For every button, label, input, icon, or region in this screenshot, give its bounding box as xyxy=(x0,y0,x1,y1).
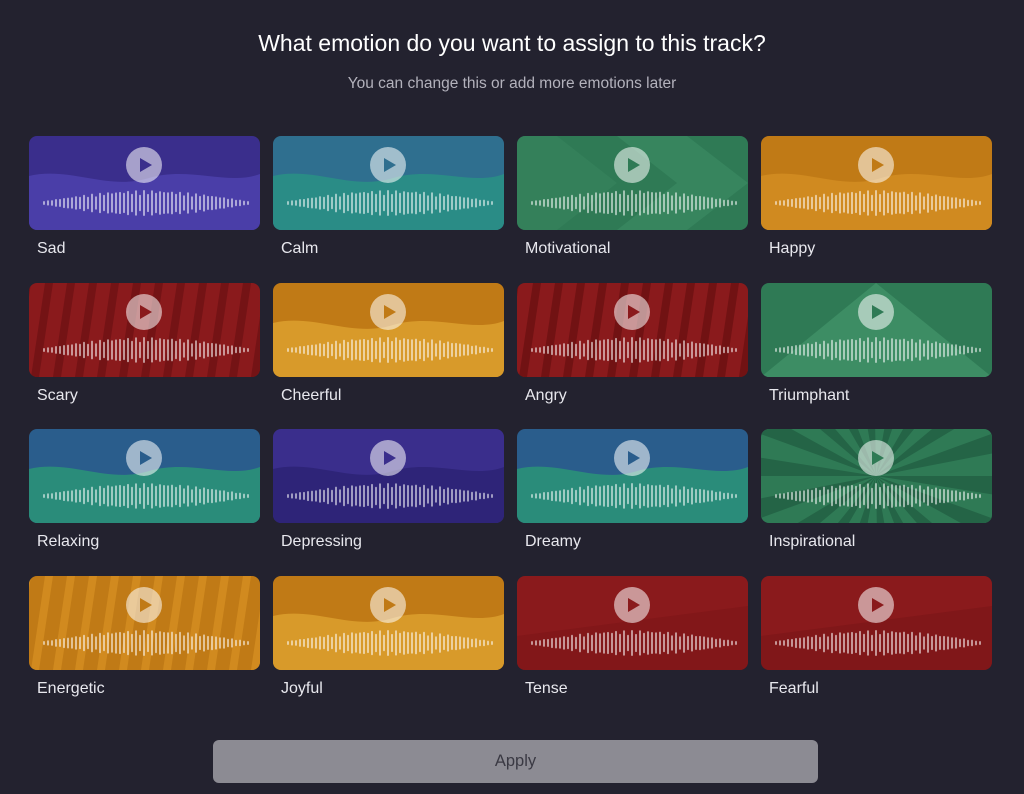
play-icon xyxy=(872,305,884,319)
play-button[interactable] xyxy=(614,440,650,476)
emotion-label: Dreamy xyxy=(525,533,582,550)
play-icon xyxy=(140,158,152,172)
emotion-card-inspirational[interactable]: Inspirational xyxy=(761,429,992,559)
emotion-thumbnail[interactable] xyxy=(761,283,992,377)
play-button[interactable] xyxy=(126,440,162,476)
waveform-icon xyxy=(775,483,981,509)
play-button[interactable] xyxy=(126,147,162,183)
emotion-thumbnail[interactable] xyxy=(29,429,260,523)
waveform-icon xyxy=(531,630,737,656)
play-button[interactable] xyxy=(858,294,894,330)
play-button[interactable] xyxy=(614,294,650,330)
emotion-card-calm[interactable]: Calm xyxy=(273,136,504,266)
emotion-thumbnail[interactable] xyxy=(273,429,504,523)
emotion-thumbnail[interactable] xyxy=(761,136,992,230)
play-icon xyxy=(384,158,396,172)
emotion-card-motivational[interactable]: Motivational xyxy=(517,136,748,266)
emotion-label: Calm xyxy=(281,240,319,257)
play-icon xyxy=(628,598,640,612)
play-icon xyxy=(384,598,396,612)
waveform-icon xyxy=(775,337,981,363)
waveform-icon xyxy=(531,483,737,509)
apply-button[interactable]: Apply xyxy=(213,740,818,783)
emotion-thumbnail[interactable] xyxy=(517,429,748,523)
emotion-thumbnail[interactable] xyxy=(273,576,504,670)
emotion-card-energetic[interactable]: Energetic xyxy=(29,576,260,706)
play-button[interactable] xyxy=(614,147,650,183)
emotion-label: Inspirational xyxy=(769,533,856,550)
play-icon xyxy=(628,158,640,172)
page-subtitle: You can change this or add more emotions… xyxy=(347,75,677,92)
emotion-card-depressing[interactable]: Depressing xyxy=(273,429,504,559)
page-title: What emotion do you want to assign to th… xyxy=(258,30,766,56)
emotion-label: Scary xyxy=(37,387,78,404)
play-button[interactable] xyxy=(126,294,162,330)
play-button[interactable] xyxy=(370,587,406,623)
waveform-icon xyxy=(43,630,249,656)
waveform-icon xyxy=(775,630,981,656)
waveform-icon xyxy=(287,190,493,216)
play-icon xyxy=(628,451,640,465)
play-button[interactable] xyxy=(858,147,894,183)
emotion-card-tense[interactable]: Tense xyxy=(517,576,748,706)
play-icon xyxy=(872,451,884,465)
emotion-label: Sad xyxy=(37,240,66,257)
emotion-label: Relaxing xyxy=(37,533,100,550)
emotion-thumbnail[interactable] xyxy=(29,283,260,377)
play-icon xyxy=(872,598,884,612)
emotion-label: Tense xyxy=(525,680,568,697)
emotion-card-scary[interactable]: Scary xyxy=(29,283,260,413)
play-button[interactable] xyxy=(370,440,406,476)
emotion-thumbnail[interactable] xyxy=(761,576,992,670)
waveform-icon xyxy=(287,630,493,656)
emotion-thumbnail[interactable] xyxy=(517,576,748,670)
play-icon xyxy=(140,451,152,465)
emotion-label: Angry xyxy=(525,387,567,404)
play-icon xyxy=(140,598,152,612)
emotion-label: Happy xyxy=(769,240,816,257)
waveform-icon xyxy=(43,483,249,509)
play-button[interactable] xyxy=(370,147,406,183)
play-icon xyxy=(628,305,640,319)
emotion-label: Energetic xyxy=(37,680,105,697)
emotion-card-dreamy[interactable]: Dreamy xyxy=(517,429,748,559)
emotion-card-relaxing[interactable]: Relaxing xyxy=(29,429,260,559)
waveform-icon xyxy=(43,190,249,216)
waveform-icon xyxy=(531,190,737,216)
emotion-label: Triumphant xyxy=(769,387,850,404)
emotion-card-sad[interactable]: Sad xyxy=(29,136,260,266)
waveform-icon xyxy=(287,483,493,509)
emotion-thumbnail[interactable] xyxy=(517,283,748,377)
emotion-card-cheerful[interactable]: Cheerful xyxy=(273,283,504,413)
emotion-label: Motivational xyxy=(525,240,611,257)
emotion-label: Depressing xyxy=(281,533,362,550)
emotion-label: Cheerful xyxy=(281,387,342,404)
play-icon xyxy=(140,305,152,319)
play-icon xyxy=(384,305,396,319)
play-button[interactable] xyxy=(126,587,162,623)
play-button[interactable] xyxy=(614,587,650,623)
waveform-icon xyxy=(775,190,981,216)
emotion-card-joyful[interactable]: Joyful xyxy=(273,576,504,706)
emotion-card-angry[interactable]: Angry xyxy=(517,283,748,413)
emotion-label: Joyful xyxy=(281,680,323,697)
play-icon xyxy=(872,158,884,172)
waveform-icon xyxy=(43,337,249,363)
play-button[interactable] xyxy=(370,294,406,330)
emotion-thumbnail[interactable] xyxy=(29,576,260,670)
emotion-thumbnail[interactable] xyxy=(29,136,260,230)
play-icon xyxy=(384,451,396,465)
waveform-icon xyxy=(531,337,737,363)
emotion-card-happy[interactable]: Happy xyxy=(761,136,992,266)
play-button[interactable] xyxy=(858,587,894,623)
waveform-icon xyxy=(287,337,493,363)
emotion-card-triumphant[interactable]: Triumphant xyxy=(761,283,992,413)
emotion-thumbnail[interactable] xyxy=(517,136,748,230)
emotion-label: Fearful xyxy=(769,680,819,697)
play-button[interactable] xyxy=(858,440,894,476)
emotion-thumbnail[interactable] xyxy=(761,429,992,523)
emotion-thumbnail[interactable] xyxy=(273,136,504,230)
emotion-thumbnail[interactable] xyxy=(273,283,504,377)
emotion-card-fearful[interactable]: Fearful xyxy=(761,576,992,706)
